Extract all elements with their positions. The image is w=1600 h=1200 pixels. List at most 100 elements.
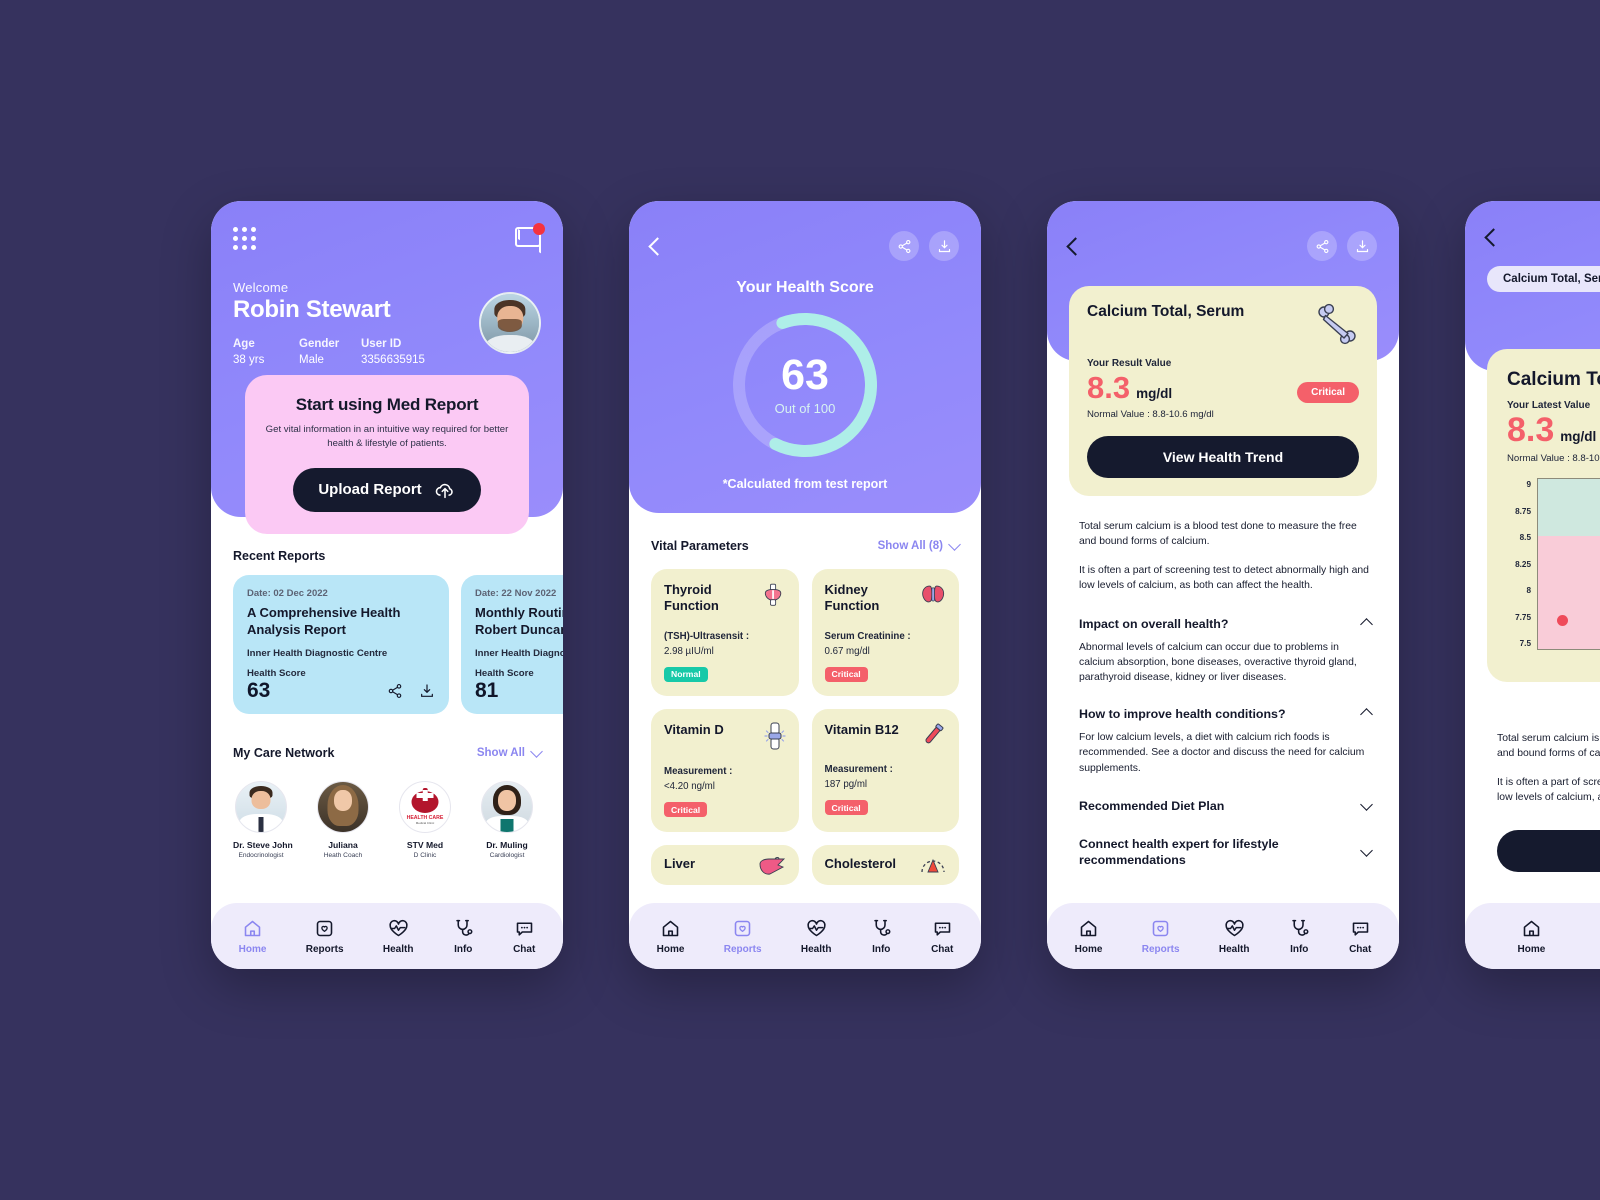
recent-reports-list[interactable]: Date: 02 Dec 2022 A Comprehensive Health… bbox=[233, 575, 563, 714]
doctor-item-partial[interactable] bbox=[561, 781, 563, 859]
vital-card-vitamin-b12[interactable]: Vitamin B12 Measurement : 187 pg/ml Crit… bbox=[811, 709, 959, 832]
connect-button[interactable]: Connect bbox=[1497, 829, 1600, 872]
accordion-title: Recommended Diet Plan bbox=[1079, 799, 1225, 814]
axis-tick: 7.75 bbox=[1515, 612, 1531, 622]
result-value: 8.3 bbox=[1087, 370, 1131, 405]
nav-info[interactable]: Info bbox=[871, 918, 892, 955]
result-label: Your Latest Value bbox=[1507, 400, 1591, 411]
vitals-show-all[interactable]: Show All (8) bbox=[878, 537, 961, 552]
nav-reports[interactable]: Reports bbox=[1142, 918, 1180, 955]
report-date: Date: 02 Dec 2022 bbox=[247, 588, 328, 599]
nav-reports[interactable]: Reports bbox=[724, 918, 762, 955]
welcome-label: Welcome bbox=[233, 280, 289, 295]
care-network-show-all[interactable]: Show All bbox=[477, 744, 543, 759]
bottom-nav[interactable]: Home Reports · bbox=[1465, 903, 1600, 969]
download-icon bbox=[1356, 239, 1368, 252]
doctor-item[interactable]: Juliana Heath Coach bbox=[315, 781, 371, 859]
chevron-up-icon bbox=[1360, 618, 1373, 631]
share-button[interactable] bbox=[1307, 231, 1337, 261]
doctor-item[interactable]: Dr. Muling Cardiologist bbox=[479, 781, 535, 859]
user-name: Robin Stewart bbox=[233, 296, 391, 323]
nav-health[interactable]: Health bbox=[383, 918, 413, 955]
score-note: *Calculated from test report bbox=[722, 477, 888, 491]
report-card[interactable]: Date: 02 Dec 2022 A Comprehensive Health… bbox=[233, 575, 449, 714]
download-icon bbox=[938, 239, 950, 252]
grid-dots-icon[interactable] bbox=[233, 227, 256, 250]
share-icon[interactable] bbox=[387, 683, 403, 699]
bottom-nav[interactable]: Home Reports Health Info Chat bbox=[1047, 903, 1399, 969]
nav-info[interactable]: Info bbox=[453, 918, 474, 955]
mail-icon[interactable] bbox=[515, 223, 545, 247]
upload-report-button[interactable]: Upload Report bbox=[293, 467, 481, 512]
reports-icon bbox=[734, 920, 751, 936]
download-button[interactable] bbox=[929, 231, 959, 261]
back-button[interactable] bbox=[1066, 236, 1085, 256]
nav-health-label: Health bbox=[1218, 943, 1250, 955]
back-button[interactable] bbox=[1484, 228, 1503, 247]
vital-label: Measurement : bbox=[824, 764, 893, 775]
back-button[interactable] bbox=[648, 236, 667, 256]
chat-icon bbox=[516, 921, 532, 936]
thyroid-icon bbox=[765, 583, 782, 606]
report-card[interactable]: Date: 22 Nov 2022 Monthly Routine Checku… bbox=[461, 575, 563, 714]
bottom-nav[interactable]: Home Reports Health Info Chat bbox=[211, 903, 563, 969]
care-network-list[interactable]: Dr. Steve John Endocrinologist Juliana H… bbox=[233, 781, 563, 859]
download-button[interactable] bbox=[1347, 231, 1377, 261]
promo-subtitle: Get vital information in an intuitive wa… bbox=[265, 424, 509, 450]
promo-card: Start using Med Report Get vital informa… bbox=[245, 375, 529, 534]
download-icon[interactable] bbox=[419, 683, 435, 699]
status-badge: Normal bbox=[664, 666, 708, 682]
vital-card-kidney[interactable]: Kidney Function Serum Creatinine : 0.67 … bbox=[811, 569, 959, 696]
doctor-item[interactable]: Dr. Steve John Endocrinologist bbox=[233, 781, 293, 859]
accordion-improve[interactable]: How to improve health conditions? For lo… bbox=[1079, 706, 1373, 776]
chevron-down-icon bbox=[530, 744, 543, 758]
reports-icon bbox=[1152, 920, 1169, 936]
axis-tick: 8.75 bbox=[1515, 506, 1531, 516]
vital-label: (TSH)-Ultrasensit : bbox=[664, 630, 750, 642]
vital-card-thyroid[interactable]: Thyroid Function (TSH)-Ultrasensit : 2.9… bbox=[651, 569, 799, 696]
bottom-nav[interactable]: Home Reports Health Info Chat bbox=[629, 903, 981, 969]
vital-title: Cholesterol bbox=[824, 855, 897, 871]
nav-home[interactable]: Home bbox=[1075, 918, 1102, 955]
report-title: A Comprehensive Health Analysis Report bbox=[247, 605, 401, 637]
avatar[interactable] bbox=[479, 292, 541, 354]
accordion-impact[interactable]: Impact on overall health? Abnormal level… bbox=[1079, 616, 1373, 686]
vital-value: 2.98 µIU/ml bbox=[664, 645, 714, 657]
vital-card-cholesterol[interactable]: Cholesterol bbox=[811, 844, 959, 885]
nav-reports-label: Reports bbox=[723, 943, 762, 955]
normal-range: Normal Value : 8.8-10.6 mg/dl bbox=[1507, 453, 1600, 464]
nav-chat[interactable]: Chat bbox=[513, 918, 535, 955]
stethoscope-icon bbox=[455, 919, 473, 936]
chevron-down-icon bbox=[1360, 844, 1373, 857]
nav-health[interactable]: Health bbox=[801, 918, 831, 955]
clinic-item[interactable]: HEALTH CARE Medical Clinic STV Med D Cli… bbox=[397, 781, 453, 859]
stethoscope-icon bbox=[873, 919, 891, 936]
nav-home[interactable]: Home bbox=[238, 918, 267, 955]
status-badge: Critical bbox=[664, 802, 708, 817]
nav-home[interactable]: Home bbox=[1518, 918, 1545, 955]
nav-info-label: Info bbox=[454, 943, 473, 955]
test-chip[interactable]: Calcium Total, Serum bbox=[1487, 266, 1600, 292]
score-out-of: Out of 100 bbox=[774, 401, 836, 416]
report-centre: Inner Health Diagnostic Centre bbox=[247, 647, 388, 659]
vital-value: 187 pg/ml bbox=[824, 779, 868, 790]
nav-chat[interactable]: Chat bbox=[931, 918, 953, 955]
axis-tick: 7.5 bbox=[1519, 639, 1531, 648]
view-health-trend-button[interactable]: View Health Trend bbox=[1087, 436, 1359, 478]
phone-screen-trend: Calcium Total, Serum Calcium Total, Seru… bbox=[1465, 201, 1600, 969]
nav-chat[interactable]: Chat bbox=[1349, 918, 1371, 955]
nav-home-label: Home bbox=[238, 943, 267, 955]
doctor-avatar bbox=[235, 781, 287, 833]
nav-reports-label: Reports bbox=[305, 943, 344, 955]
vital-card-liver[interactable]: Liver bbox=[651, 844, 799, 885]
nav-home[interactable]: Home bbox=[657, 918, 684, 955]
nav-reports[interactable]: Reports bbox=[306, 918, 344, 955]
nav-health[interactable]: Health bbox=[1218, 918, 1250, 955]
share-button[interactable] bbox=[889, 231, 919, 261]
status-badge: Critical bbox=[824, 666, 868, 682]
vital-title: Vitamin D bbox=[664, 722, 724, 737]
accordion-diet[interactable]: Recommended Diet Plan bbox=[1079, 797, 1373, 814]
nav-info[interactable]: Info bbox=[1289, 918, 1310, 955]
vital-card-vitamin-d[interactable]: Vitamin D Measurement : <4.20 ng/ml Crit… bbox=[651, 709, 799, 832]
accordion-connect[interactable]: Connect health expert for lifestyle reco… bbox=[1079, 836, 1373, 868]
